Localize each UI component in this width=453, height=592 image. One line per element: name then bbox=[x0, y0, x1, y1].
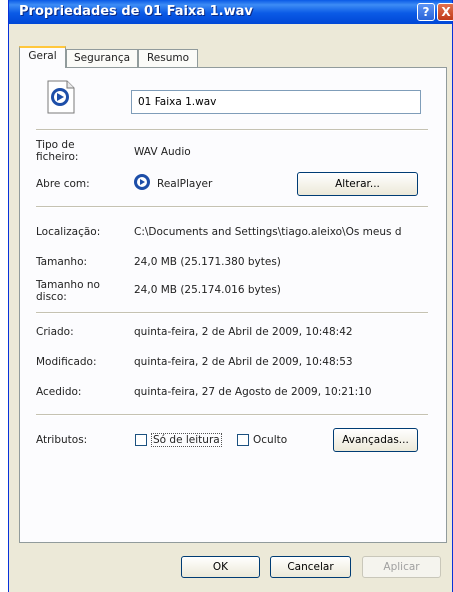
modified-value: quinta-feira, 2 de Abril de 2009, 10:48:… bbox=[134, 356, 353, 368]
opens-with-app: RealPlayer bbox=[157, 178, 213, 190]
ok-button-label: OK bbox=[212, 561, 229, 573]
tab-seguranca[interactable]: Segurança bbox=[66, 49, 138, 67]
hidden-label[interactable]: Oculto bbox=[253, 434, 287, 446]
attributes-label: Atributos: bbox=[36, 434, 88, 446]
readonly-label[interactable]: Só de leitura bbox=[151, 433, 222, 447]
created-label: Criado: bbox=[36, 326, 74, 338]
general-panel: 01 Faixa 1.wav Tipo de ficheiro: WAV Aud… bbox=[19, 67, 447, 543]
accessed-value: quinta-feira, 27 de Agosto de 2009, 10:2… bbox=[134, 386, 372, 398]
title-bar[interactable]: Propriedades de 01 Faixa 1.wav ? X bbox=[9, 0, 453, 24]
separator bbox=[36, 206, 428, 208]
realplayer-icon bbox=[133, 173, 151, 191]
tab-geral[interactable]: Geral bbox=[19, 46, 66, 68]
modified-label: Modificado: bbox=[36, 356, 97, 368]
properties-dialog: Propriedades de 01 Faixa 1.wav ? X Geral… bbox=[8, 0, 453, 592]
cancel-button-label: Cancelar bbox=[287, 561, 334, 573]
size-value: 24,0 MB (25.171.380 bytes) bbox=[134, 256, 281, 268]
change-button-label: Alterar... bbox=[335, 178, 380, 190]
separator bbox=[36, 129, 428, 131]
separator bbox=[36, 312, 428, 314]
accessed-label: Acedido: bbox=[36, 386, 82, 398]
tab-resumo[interactable]: Resumo bbox=[138, 49, 198, 67]
help-button[interactable]: ? bbox=[417, 3, 435, 21]
opens-with-label: Abre com: bbox=[36, 178, 90, 190]
size-on-disk-label: Tamanho no disco: bbox=[36, 279, 100, 303]
cancel-button[interactable]: Cancelar bbox=[270, 556, 351, 578]
advanced-button[interactable]: Avançadas... bbox=[333, 428, 418, 452]
type-label: Tipo de ficheiro: bbox=[36, 139, 79, 163]
change-button[interactable]: Alterar... bbox=[297, 172, 418, 196]
window-title: Propriedades de 01 Faixa 1.wav bbox=[19, 4, 253, 19]
file-name-input[interactable]: 01 Faixa 1.wav bbox=[131, 90, 421, 114]
created-value: quinta-feira, 2 de Abril de 2009, 10:48:… bbox=[134, 326, 353, 338]
help-icon: ? bbox=[422, 5, 430, 19]
ok-button[interactable]: OK bbox=[181, 556, 260, 578]
apply-button[interactable]: Aplicar bbox=[362, 556, 441, 578]
apply-button-label: Aplicar bbox=[383, 561, 420, 573]
close-button[interactable]: X bbox=[437, 3, 453, 21]
close-icon: X bbox=[441, 5, 451, 19]
location-label: Localização: bbox=[36, 226, 101, 238]
type-value: WAV Audio bbox=[134, 146, 191, 158]
hidden-checkbox[interactable] bbox=[237, 434, 249, 446]
size-label: Tamanho: bbox=[36, 256, 88, 268]
size-on-disk-value: 24,0 MB (25.174.016 bytes) bbox=[134, 284, 281, 296]
readonly-checkbox[interactable] bbox=[135, 434, 147, 446]
separator bbox=[36, 414, 428, 416]
advanced-button-label: Avançadas... bbox=[342, 434, 409, 446]
location-value: C:\Documents and Settings\tiago.aleixo\O… bbox=[134, 226, 402, 238]
realplayer-file-icon bbox=[46, 80, 76, 114]
